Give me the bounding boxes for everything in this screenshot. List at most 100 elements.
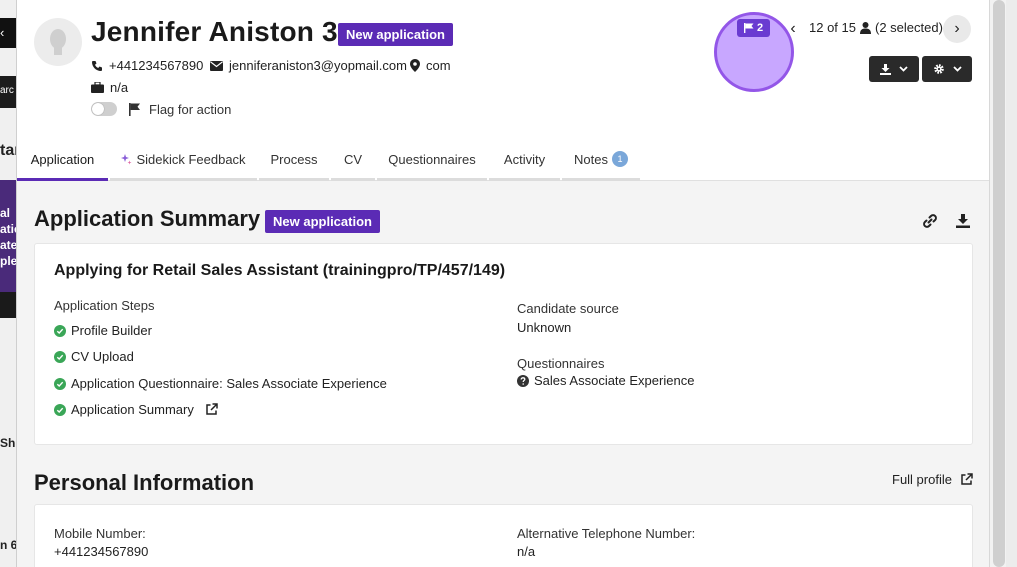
- background-text: atic: [0, 222, 16, 236]
- step-item: CV Upload: [54, 349, 134, 364]
- tab-label: Notes: [574, 151, 608, 167]
- step-item: Application Questionnaire: Sales Associa…: [54, 376, 387, 391]
- background-text: tar: [0, 142, 16, 159]
- question-circle-icon: [517, 374, 529, 387]
- step-label: CV Upload: [71, 349, 134, 364]
- tab-sidekick-feedback[interactable]: Sidekick Feedback: [110, 140, 257, 181]
- tab-label: Application: [30, 151, 95, 167]
- tab-activity[interactable]: Activity: [489, 140, 560, 181]
- candidate-source-label: Candidate source: [517, 301, 619, 316]
- phone-row: +441234567890: [91, 58, 203, 73]
- tab-label: Process: [270, 151, 318, 167]
- candidate-name: Jennifer Aniston 3: [91, 16, 338, 47]
- tab-label: Questionnaires: [388, 151, 476, 167]
- gear-icon: [933, 64, 944, 74]
- flag-icon: [129, 103, 140, 116]
- alternative-phone-value: n/a: [517, 544, 536, 559]
- location-text: com: [426, 58, 451, 73]
- tab-notes[interactable]: Notes 1: [562, 140, 640, 181]
- next-candidate-button[interactable]: ›: [943, 15, 971, 43]
- tab-questionnaires[interactable]: Questionnaires: [377, 140, 487, 181]
- background-text: arc: [0, 85, 14, 96]
- scrollbar-thumb[interactable]: [993, 0, 1005, 567]
- user-icon: [860, 21, 871, 34]
- link-icon[interactable]: [922, 213, 938, 229]
- background-block: arc: [0, 76, 16, 108]
- selected-count: (2 selected): [875, 20, 943, 35]
- check-circle-icon: [54, 350, 66, 363]
- envelope-icon: [210, 60, 223, 71]
- alternative-phone-label: Alternative Telephone Number:: [517, 526, 696, 541]
- background-text: ple: [0, 254, 16, 268]
- email-address[interactable]: jenniferaniston3@yopmail.com: [229, 58, 407, 73]
- tab-application[interactable]: Application: [17, 140, 108, 181]
- candidate-panel: Jennifer Aniston 3 New application +4412…: [16, 0, 989, 567]
- personal-information-card: Mobile Number: +441234567890 Alternative…: [34, 504, 973, 567]
- flag-count: 2: [757, 22, 764, 34]
- briefcase-icon: [91, 82, 104, 93]
- flag-for-action[interactable]: Flag for action: [129, 102, 231, 117]
- phone-number[interactable]: +441234567890: [109, 58, 203, 73]
- user-silhouette-icon: [50, 29, 66, 55]
- background-app-strip: ‹ arc tar al atic ate ple Sh n 6: [0, 0, 16, 567]
- flag-count-badge[interactable]: 2: [737, 19, 771, 37]
- background-text: Sh: [0, 436, 16, 450]
- application-summary-title: Application Summary: [34, 206, 261, 231]
- tab-label: Sidekick Feedback: [136, 151, 246, 167]
- external-link-icon: [961, 473, 973, 485]
- window-edge: [1006, 0, 1017, 567]
- step-item: Profile Builder: [54, 323, 152, 338]
- background-text: al: [0, 206, 11, 220]
- candidate-position: 12 of 15: [809, 20, 871, 35]
- chevron-down-icon: [899, 66, 908, 72]
- sparkle-icon: [121, 153, 132, 164]
- company-row: n/a: [91, 80, 128, 95]
- application-summary-card: Applying for Retail Sales Assistant (tra…: [34, 243, 973, 445]
- notes-count-badge: 1: [611, 151, 628, 167]
- email-row: jenniferaniston3@yopmail.com: [210, 58, 407, 73]
- avatar: [34, 18, 82, 66]
- full-profile-link[interactable]: Full profile: [892, 472, 973, 487]
- chevron-down-icon: [952, 66, 962, 72]
- download-icon[interactable]: [955, 213, 971, 229]
- step-item: Application Summary: [54, 402, 218, 417]
- summary-status-badge: New application: [265, 210, 380, 233]
- check-circle-icon: [54, 403, 66, 416]
- flag-icon: [744, 23, 754, 33]
- toggle-knob: [92, 103, 104, 115]
- tab-process[interactable]: Process: [259, 140, 329, 181]
- step-label: Profile Builder: [71, 323, 152, 338]
- flag-label: Flag for action: [149, 102, 232, 117]
- background-block: al atic ate ple: [0, 180, 16, 292]
- external-link-icon[interactable]: [205, 403, 218, 416]
- candidate-source-value: Unknown: [517, 320, 572, 335]
- download-icon: [880, 63, 891, 75]
- settings-menu-button[interactable]: [922, 56, 972, 82]
- position-text: 12 of 15: [809, 20, 856, 35]
- location-row: com: [410, 58, 451, 73]
- chevron-left-icon: ‹: [790, 20, 796, 37]
- flag-toggle[interactable]: [91, 102, 117, 116]
- chevron-right-icon: ›: [954, 20, 960, 37]
- download-menu-button[interactable]: [869, 56, 919, 82]
- tab-label: CV: [343, 151, 363, 167]
- check-circle-icon: [54, 324, 66, 337]
- status-badge: New application: [338, 23, 453, 46]
- step-label: Application Questionnaire: Sales Associa…: [71, 376, 387, 391]
- phone-icon: [92, 60, 102, 71]
- background-text: n 6: [0, 538, 16, 552]
- personal-information-title: Personal Information: [34, 470, 255, 495]
- tab-bar: Application Sidekick Feedback Process CV…: [17, 140, 642, 181]
- questionnaires-label: Questionnaires: [517, 356, 605, 371]
- background-block: ‹: [0, 18, 16, 48]
- map-pin-icon: [410, 59, 420, 72]
- full-profile-label: Full profile: [892, 472, 952, 487]
- mobile-number-label: Mobile Number:: [54, 526, 146, 541]
- questionnaire-name[interactable]: Sales Associate Experience: [534, 373, 694, 388]
- previous-candidate-button[interactable]: ‹: [779, 15, 807, 43]
- mobile-number-value: +441234567890: [54, 544, 149, 559]
- candidate-header: Jennifer Aniston 3 New application +4412…: [17, 0, 989, 181]
- tab-cv[interactable]: CV: [331, 140, 375, 181]
- company-text: n/a: [110, 80, 129, 95]
- background-text: ate: [0, 238, 16, 252]
